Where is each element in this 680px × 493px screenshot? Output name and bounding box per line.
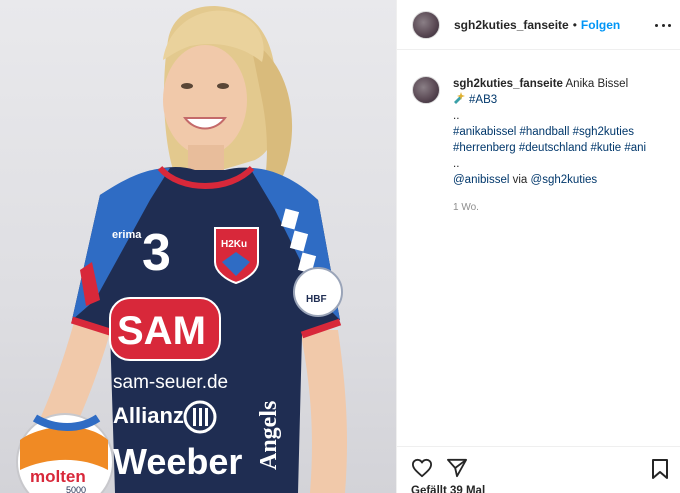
mention-anibissel[interactable]: @anibissel — [453, 174, 509, 186]
hashtag-kutie[interactable]: #kutie — [590, 142, 621, 154]
hashtag-ani[interactable]: #ani — [624, 142, 646, 154]
header-separator: • — [572, 17, 577, 32]
caption-body: sgh2kuties_fanseite Anika Bissel #AB3 ..… — [453, 76, 674, 216]
hashtag-handball[interactable]: #handball — [520, 126, 570, 138]
paper-plane-icon[interactable] — [446, 458, 468, 478]
bookmark-icon[interactable] — [651, 458, 669, 480]
player-illustration: erima 3 H2Ku SAM sam-seuer.de Allianz We… — [16, 6, 348, 493]
heart-icon[interactable] — [411, 458, 433, 478]
post-timestamp[interactable]: 1 Wo. — [453, 200, 674, 216]
author-avatar[interactable] — [412, 10, 440, 39]
hashtag-sgh2kuties[interactable]: #sgh2kuties — [573, 126, 634, 138]
sponsor-allianz: Allianz — [113, 403, 184, 428]
caption-name: Anika Bissel — [565, 78, 629, 90]
post-panel: sgh2kuties_fanseite • Folgen sgh2kuties_… — [396, 0, 680, 493]
hashtag-deutschland[interactable]: #deutschland — [519, 142, 587, 154]
author-username[interactable]: sgh2kuties_fanseite — [454, 18, 569, 32]
sleeve-badge: HBF — [306, 294, 327, 305]
caption-dots-1: .. — [453, 110, 460, 122]
sponsor-web: sam-seuer.de — [113, 372, 228, 393]
ball-model: 5000 — [66, 485, 86, 493]
likes-count[interactable]: Gefällt 39 Mal — [411, 485, 485, 493]
caption-username[interactable]: sgh2kuties_fanseite — [453, 78, 563, 90]
caption-via: via — [512, 174, 528, 186]
post-photo[interactable]: erima 3 H2Ku SAM sam-seuer.de Allianz We… — [0, 0, 396, 493]
follow-button[interactable]: Folgen — [581, 18, 620, 32]
more-options-icon[interactable] — [655, 17, 671, 33]
sleeve-angels: Angels — [256, 401, 282, 470]
club-crest: H2Ku — [221, 239, 247, 250]
sponsor-sam: SAM — [117, 309, 206, 353]
hashtag-ab3[interactable]: #AB3 — [469, 94, 497, 106]
caption-avatar[interactable] — [412, 76, 440, 104]
post-caption: sgh2kuties_fanseite Anika Bissel #AB3 ..… — [412, 76, 674, 216]
caption-dots-2: .. — [453, 158, 460, 170]
mention-sgh2kuties[interactable]: @sgh2kuties — [531, 174, 598, 186]
sparkle-emoji-icon — [454, 92, 465, 104]
hashtag-anikabissel[interactable]: #anikabissel — [453, 126, 516, 138]
hashtag-herrenberg[interactable]: #herrenberg — [453, 142, 516, 154]
jersey-number: 3 — [142, 224, 171, 282]
post-header: sgh2kuties_fanseite • Folgen — [397, 0, 680, 50]
jersey-brand: erima — [112, 229, 142, 241]
sponsor-weeber: Weeber — [113, 441, 242, 482]
ball-brand: molten — [30, 467, 86, 486]
